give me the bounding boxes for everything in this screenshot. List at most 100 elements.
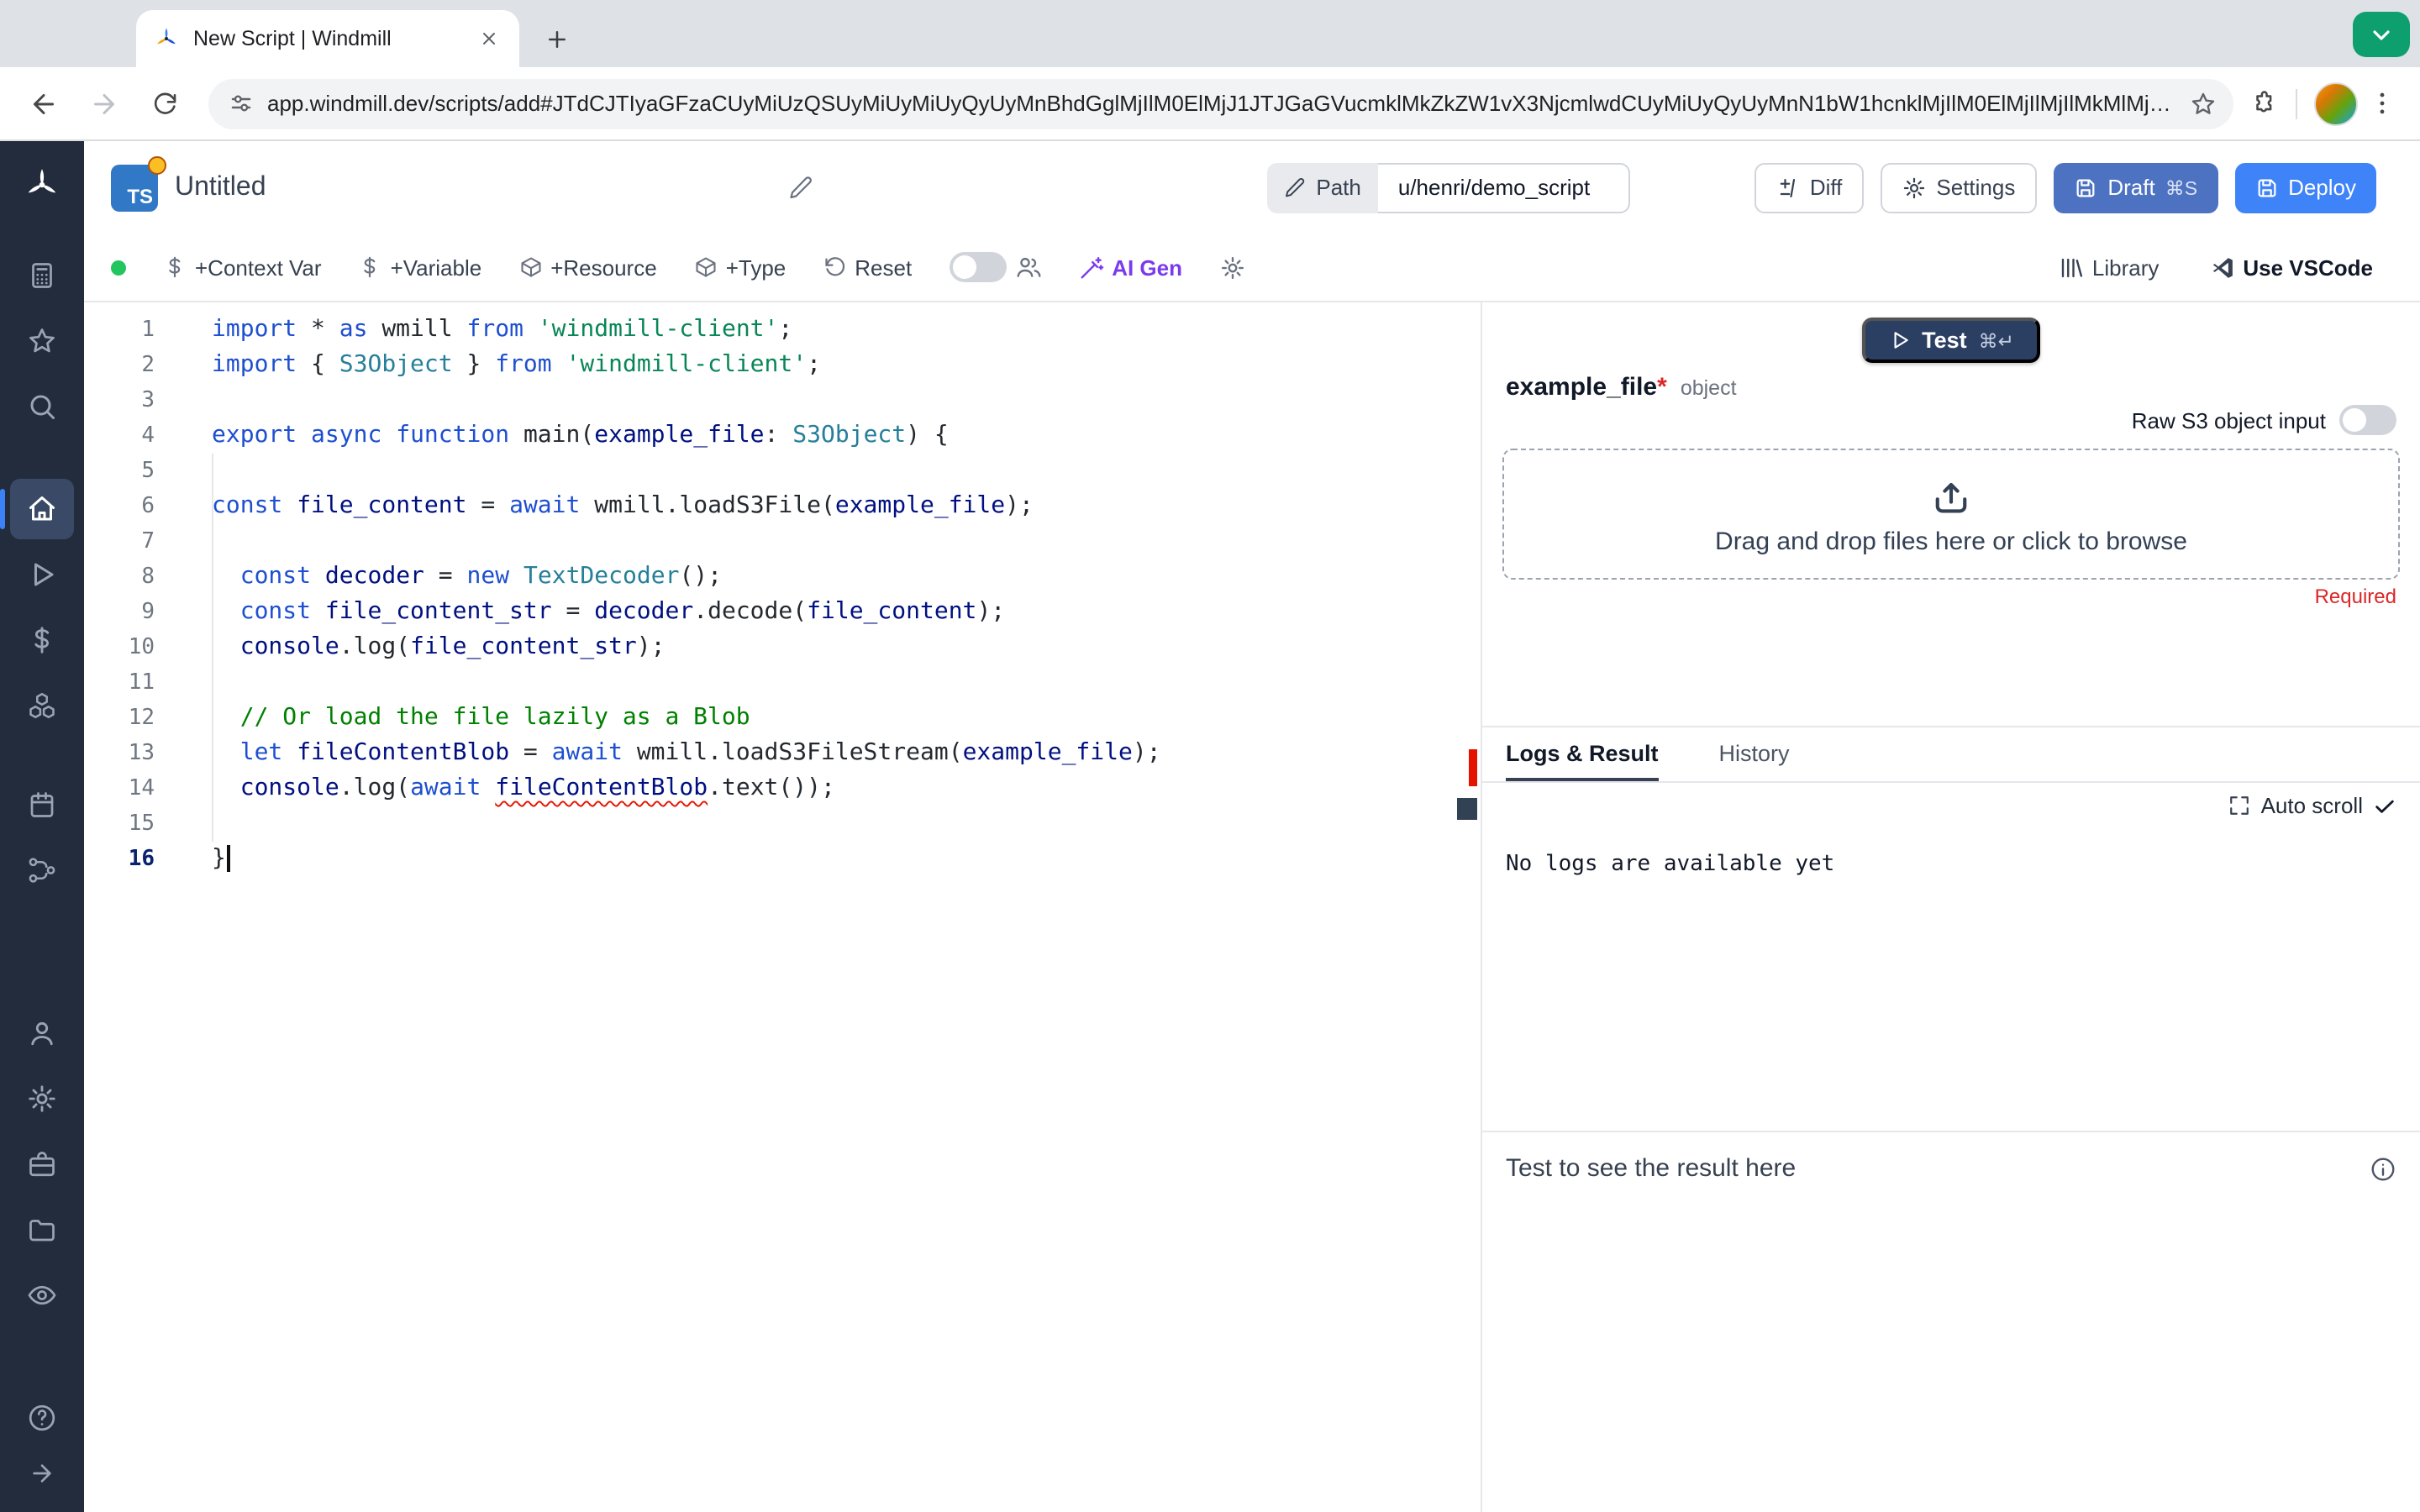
browser-menu-icon[interactable] [2368,89,2396,118]
sidebar-item-home[interactable] [0,479,74,539]
test-label: Test [1922,328,1967,353]
edit-title-pencil-icon[interactable] [788,175,813,200]
code-editor[interactable]: 1 import * as wmill from 'windmill-client… [84,302,1482,1512]
sidebar-item-resources[interactable] [10,675,74,736]
code-line[interactable]: 8 const decoder = new TextDecoder(); [84,559,1481,595]
sidebar-item-workers[interactable] [10,1134,74,1194]
tab-close-icon[interactable] [476,25,502,52]
deploy-button[interactable]: Deploy [2234,162,2376,213]
browser-actions [2250,81,2403,125]
path-value[interactable]: u/henri/demo_script [1377,162,1630,213]
browser-tab[interactable]: New Script | Windmill [136,10,519,67]
favorites-star-icon[interactable] [10,311,74,371]
code-line[interactable]: 16} [84,842,1481,877]
search-icon[interactable] [10,376,74,437]
url-text[interactable]: app.windmill.dev/scripts/add#JTdCJTIyaGF… [267,91,2176,116]
browser-tab-strip: New Script | Windmill [0,0,2420,67]
script-header: TS Untitled Path u/henri/demo_script Dif… [84,141,2420,234]
tab-search-button[interactable] [2353,12,2410,57]
sidebar-item-folders[interactable] [10,1200,74,1260]
collab-toggle[interactable] [949,252,1007,282]
info-icon[interactable] [2370,1155,2396,1182]
code-line[interactable]: 12 // Or load the file lazily as a Blob [84,701,1481,736]
line-number: 1 [141,318,155,343]
tab-history[interactable]: History [1719,727,1790,781]
sidebar-item-user[interactable] [10,1003,74,1063]
sidebar-item-schedules[interactable] [10,774,74,835]
file-dropzone[interactable]: Drag and drop files here or click to bro… [1502,449,2400,580]
code-line[interactable]: 14 console.log(await fileContentBlob.tex… [84,771,1481,806]
edit-path-button[interactable]: Path [1267,162,1378,213]
toolbar-separator [2296,88,2297,118]
code-line[interactable]: 2 import { S3Object } from 'windmill-clie… [84,348,1481,383]
code-line[interactable]: 1 import * as wmill from 'windmill-client… [84,312,1481,348]
add-type-label: +Type [725,255,786,280]
code-line[interactable]: 15 [84,806,1481,842]
diff-icon [1776,176,1800,199]
code-line[interactable]: 5 [84,454,1481,489]
line-number: 4 [141,423,155,449]
new-tab-button[interactable] [533,15,580,62]
header-actions: Diff Settings Draft ⌘S Deploy [1754,162,2376,213]
code-line[interactable]: 3 [84,383,1481,418]
extensions-puzzle-icon[interactable] [2250,89,2279,118]
apps-grid-icon[interactable] [10,245,74,306]
sidebar-item-variables[interactable] [10,610,74,670]
settings-gear-icon [1902,176,1926,199]
upload-icon [1929,473,1973,517]
help-icon[interactable] [10,1388,74,1448]
forward-button[interactable] [77,76,131,130]
add-type-button[interactable]: +Type [694,255,786,280]
sidebar-item-audit-logs[interactable] [10,1265,74,1326]
reload-button[interactable] [138,76,192,130]
check-icon[interactable] [2373,794,2396,817]
diff-button[interactable]: Diff [1754,162,1865,213]
code-line[interactable]: 9 const file_content_str = decoder.decod… [84,595,1481,630]
required-hint: Required [2314,585,2396,608]
code-line[interactable]: 7 [84,524,1481,559]
raw-s3-row: Raw S3 object input [1482,402,2420,445]
use-vscode-button[interactable]: Use VSCode [2209,255,2373,280]
test-button[interactable]: Test ⌘↵ [1861,318,2041,363]
reset-button[interactable]: Reset [823,255,912,280]
draft-button[interactable]: Draft ⌘S [2054,162,2218,213]
code-line[interactable]: 13 let fileContentBlob = await wmill.loa… [84,736,1481,771]
save-icon [2074,176,2097,199]
use-vscode-label: Use VSCode [2243,255,2373,280]
raw-s3-toggle[interactable] [2339,405,2396,435]
add-context-var-button[interactable]: +Context Var [163,255,322,280]
result-pane: Test to see the result here [1482,1131,2420,1512]
code-line[interactable]: 10 console.log(file_content_str); [84,630,1481,665]
code-line[interactable]: 6 const file_content = await wmill.loadS3… [84,489,1481,524]
windmill-logo[interactable] [22,165,62,205]
magic-wand-icon [1078,255,1103,280]
code-line[interactable]: 11 [84,665,1481,701]
sidebar-item-flows[interactable] [10,840,74,900]
line-number: 3 [141,388,155,413]
code-line[interactable]: 4 export async function main(example_file… [84,418,1481,454]
expand-icon[interactable] [2229,795,2251,816]
line-number: 5 [141,459,155,484]
add-resource-button[interactable]: +Resource [518,255,657,280]
ai-gen-button[interactable]: AI Gen [1078,255,1182,280]
library-button[interactable]: Library [2059,255,2159,280]
tab-logs-result[interactable]: Logs & Result [1506,727,1659,781]
add-variable-button[interactable]: +Variable [359,255,481,280]
script-title-input[interactable]: Untitled [175,172,771,202]
screen: New Script | Windmill app.windmill.dev/s… [0,0,2420,1512]
path-label-text: Path [1316,175,1361,200]
code-lines: 1 import * as wmill from 'windmill-client… [84,302,1481,877]
test-args-pane: Test ⌘↵ example_file* object Raw S3 obje… [1482,302,2420,726]
bookmark-star-icon[interactable] [2190,90,2217,117]
site-settings-icon[interactable] [229,91,254,116]
profile-avatar[interactable] [2314,81,2358,125]
back-button[interactable] [17,76,71,130]
settings-button[interactable]: Settings [1881,162,2038,213]
sidebar-item-runs[interactable] [10,544,74,605]
editor-settings-gear-icon[interactable] [1219,255,1244,280]
main-area: TS Untitled Path u/henri/demo_script Dif… [84,141,2420,1512]
sidebar-item-workspace-settings[interactable] [10,1068,74,1129]
address-bar[interactable]: app.windmill.dev/scripts/add#JTdCJTIyaGF… [208,78,2233,129]
path-group: Path u/henri/demo_script [1267,162,1630,213]
expand-sidebar-icon[interactable] [10,1453,74,1494]
